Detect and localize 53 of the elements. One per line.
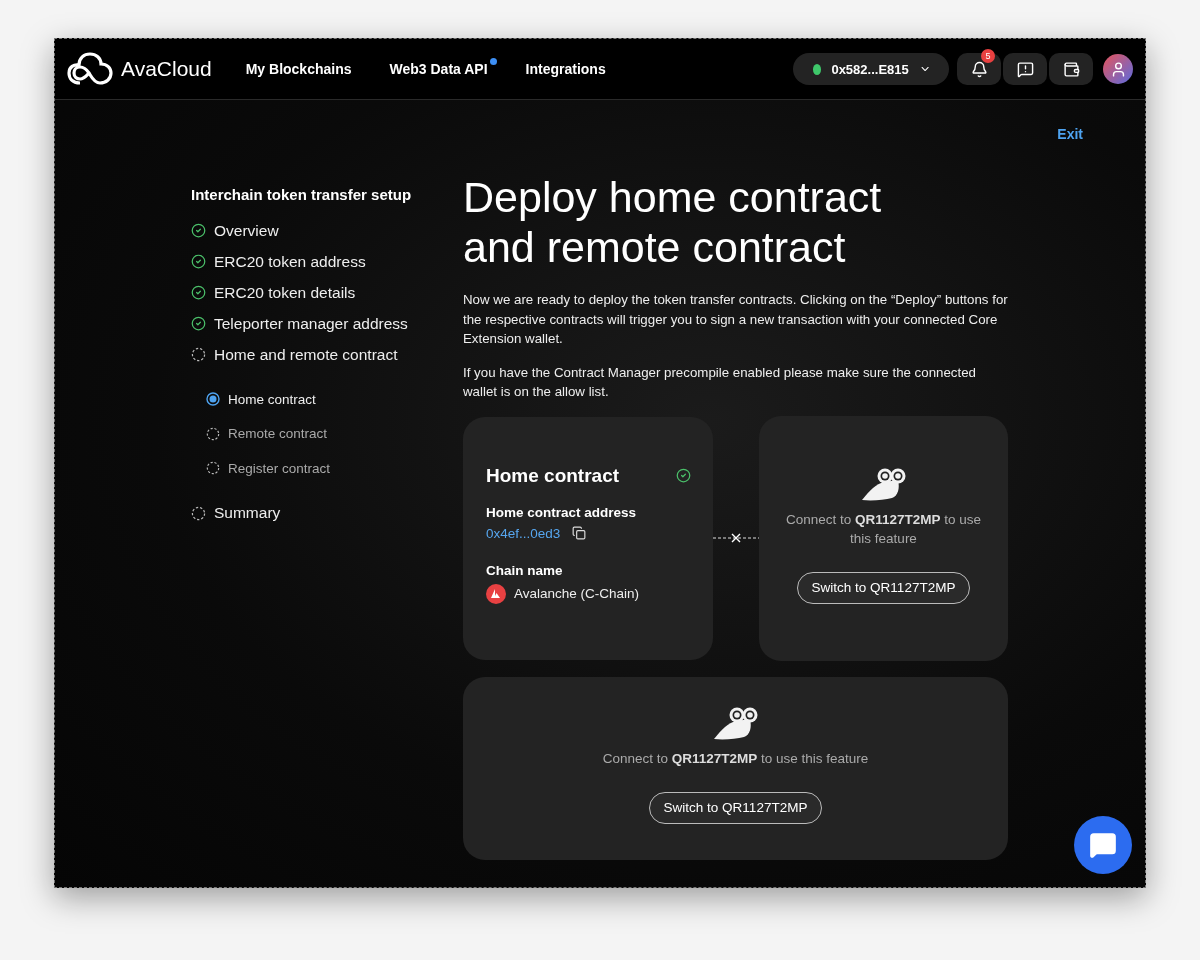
sidebar-title: Interchain token transfer setup (191, 186, 413, 203)
nav-link[interactable]: Integrations (525, 61, 606, 77)
check-circle-icon (191, 223, 206, 238)
wallet-icon (1062, 60, 1080, 78)
check-circle-icon (191, 254, 206, 269)
switch-network-button[interactable]: Switch to QR1127T2MP (648, 791, 823, 824)
substep-item[interactable]: Register contract (206, 451, 423, 486)
owl-icon (861, 467, 906, 502)
bell-icon (970, 60, 988, 78)
cloud-logo-icon (67, 52, 113, 86)
logo-text: AvaCloud (121, 57, 212, 81)
avalanche-logo-icon (486, 583, 506, 604)
chain-name: Avalanche (C-Chain) (514, 586, 640, 601)
copy-icon[interactable] (572, 526, 587, 540)
step-item[interactable]: Home and remote contract (191, 339, 423, 370)
feedback-icon (1016, 60, 1034, 78)
dashed-circle-icon (191, 505, 206, 521)
chat-button[interactable] (1074, 816, 1132, 874)
chat-icon (1089, 831, 1117, 859)
step-item[interactable]: Teleporter manager address (191, 308, 423, 339)
step-item[interactable]: Overview (191, 215, 423, 246)
nav-link[interactable]: Web3 Data API (389, 61, 488, 77)
check-circle-icon (676, 468, 691, 483)
nav-link[interactable]: My Blockchains (245, 61, 352, 77)
wallet-selector[interactable]: 0x582...E815 (793, 53, 949, 85)
radio-selected-icon (206, 392, 220, 407)
description-text: Now we are ready to deploy the token transfer contracts. Clicking on the “Deploy” buttons for the respective contracts will trigger you to sign a new transaction with your connected Core Extension wallet. (463, 291, 1008, 348)
wallet-button[interactable] (1049, 53, 1093, 85)
switch-network-button[interactable]: Switch to QR1127T2MP (796, 571, 971, 604)
check-circle-icon (191, 285, 206, 300)
user-avatar[interactable] (1103, 54, 1133, 84)
description-text: If you have the Contract Manager precompile enabled please make sure the connected wallet is on the allow list. (463, 363, 977, 401)
check-circle-icon (191, 316, 206, 331)
field-label: Chain name (486, 562, 564, 578)
card-title: Home contract (486, 464, 620, 487)
contract-address-link[interactable]: 0x4ef...0ed3 (486, 525, 561, 541)
step-item[interactable]: ERC20 token details (191, 277, 423, 308)
step-item[interactable]: ERC20 token address (191, 246, 423, 277)
owl-icon (713, 706, 758, 741)
dashed-circle-icon (191, 347, 206, 362)
step-item[interactable]: Summary (191, 497, 423, 529)
connect-message: Connect to QR1127T2MP to use this feature (602, 749, 869, 768)
notification-count: 5 (981, 49, 995, 63)
dashed-circle-icon (206, 426, 220, 441)
exit-link[interactable]: Exit (1057, 126, 1083, 146)
connect-message: Connect to QR1127T2MP to use this feature (784, 510, 983, 548)
dashed-circle-icon (206, 461, 220, 476)
disconnected-link-line (713, 533, 759, 543)
substep-item[interactable]: Home contract (206, 382, 423, 417)
feedback-button[interactable] (1003, 53, 1047, 85)
field-label: Home contract address (486, 504, 638, 520)
substep-item[interactable]: Remote contract (206, 416, 423, 451)
page-heading: Deploy home contract and remote contract (463, 172, 883, 272)
